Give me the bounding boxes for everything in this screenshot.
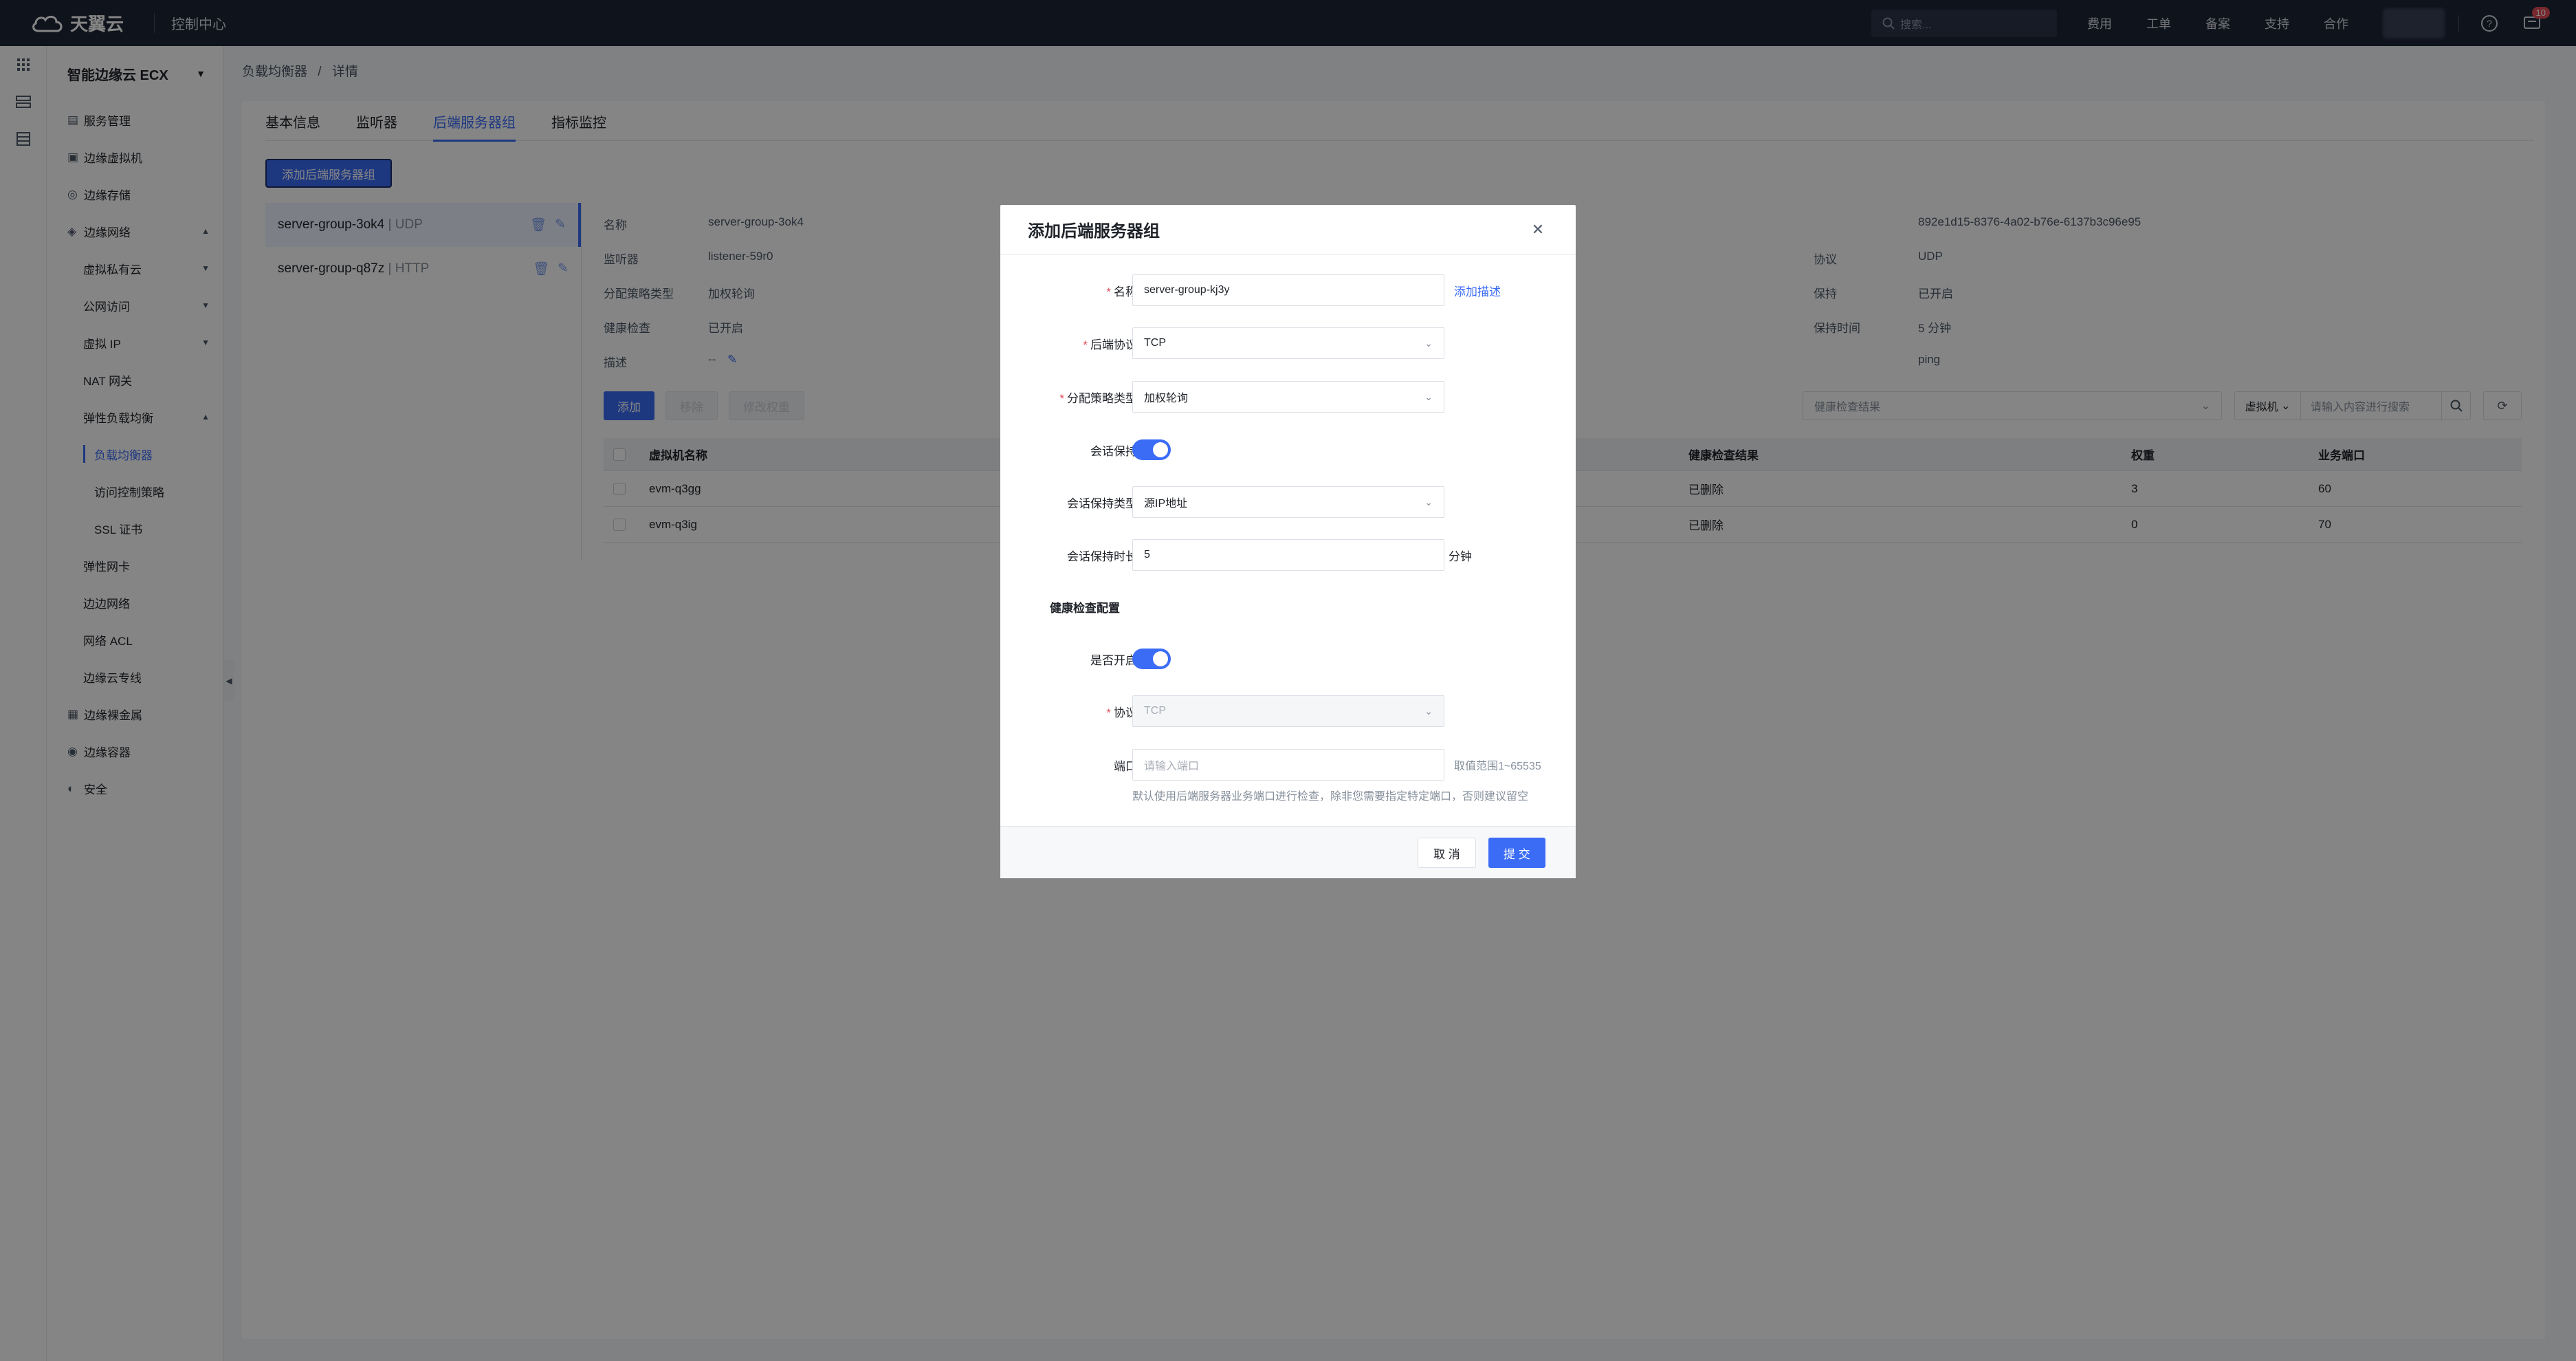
health-section-title: 健康检查配置 bbox=[1050, 601, 1120, 615]
port-input[interactable]: 请输入端口 bbox=[1132, 749, 1444, 781]
close-icon[interactable]: ✕ bbox=[1528, 219, 1548, 240]
health-toggle[interactable] bbox=[1132, 649, 1171, 669]
port-help-text: 默认使用后端服务器业务端口进行检查，除非您需要指定特定端口，否则建议留空 bbox=[1132, 791, 1529, 803]
chevron-down-icon: ⌄ bbox=[1424, 705, 1433, 717]
health-section: 健康检查配置 bbox=[1000, 591, 1576, 622]
add-backend-group-modal: 添加后端服务器组 ✕ * 名称 server-group-kj3y 添加描述 * 后… bbox=[1000, 205, 1576, 878]
field-session-duration: 会话保持时长 5 分钟 bbox=[1000, 539, 1576, 571]
session-duration-label: 会话保持时长 bbox=[1067, 549, 1137, 563]
session-type-select[interactable]: 源IP地址 ⌄ bbox=[1132, 486, 1444, 518]
policy-label: * 分配策略类型 bbox=[1059, 391, 1137, 405]
chevron-down-icon: ⌄ bbox=[1424, 496, 1433, 508]
session-type-label: 会话保持类型 bbox=[1067, 497, 1137, 510]
chevron-down-icon: ⌄ bbox=[1424, 391, 1433, 402]
session-label: 会话保持 bbox=[1090, 444, 1137, 458]
health-enabled-label: 是否开启 bbox=[1090, 653, 1137, 667]
session-duration-unit: 分钟 bbox=[1449, 549, 1472, 563]
field-health-protocol: * 协议 TCP ⌄ bbox=[1000, 695, 1576, 727]
protocol-select[interactable]: TCP ⌄ bbox=[1132, 327, 1444, 359]
field-protocol: * 后端协议 TCP ⌄ bbox=[1000, 327, 1576, 359]
name-input[interactable]: server-group-kj3y bbox=[1132, 274, 1444, 306]
field-policy: * 分配策略类型 加权轮询 ⌄ bbox=[1000, 381, 1576, 413]
chevron-down-icon: ⌄ bbox=[1424, 337, 1433, 349]
submit-button[interactable]: 提 交 bbox=[1488, 838, 1545, 868]
modal-header: 添加后端服务器组 ✕ bbox=[1000, 205, 1576, 254]
session-duration-input[interactable]: 5 bbox=[1132, 539, 1444, 571]
cancel-button[interactable]: 取 消 bbox=[1418, 838, 1476, 868]
session-toggle[interactable] bbox=[1132, 439, 1171, 460]
field-health-enabled: 是否开启 bbox=[1000, 643, 1576, 675]
health-protocol-select[interactable]: TCP ⌄ bbox=[1132, 695, 1444, 727]
field-session-type: 会话保持类型 源IP地址 ⌄ bbox=[1000, 486, 1576, 518]
port-range-hint: 取值范围1~65535 bbox=[1454, 761, 1541, 772]
field-session: 会话保持 bbox=[1000, 434, 1576, 466]
protocol-label: * 后端协议 bbox=[1083, 338, 1137, 351]
field-port: 端口 请输入端口 取值范围1~65535 bbox=[1000, 749, 1576, 781]
modal-footer: 取 消 提 交 bbox=[1000, 826, 1576, 878]
modal-title: 添加后端服务器组 bbox=[1028, 222, 1160, 241]
field-name: * 名称 server-group-kj3y 添加描述 bbox=[1000, 274, 1576, 306]
add-description-link[interactable]: 添加描述 bbox=[1454, 282, 1501, 299]
policy-select[interactable]: 加权轮询 ⌄ bbox=[1132, 381, 1444, 413]
